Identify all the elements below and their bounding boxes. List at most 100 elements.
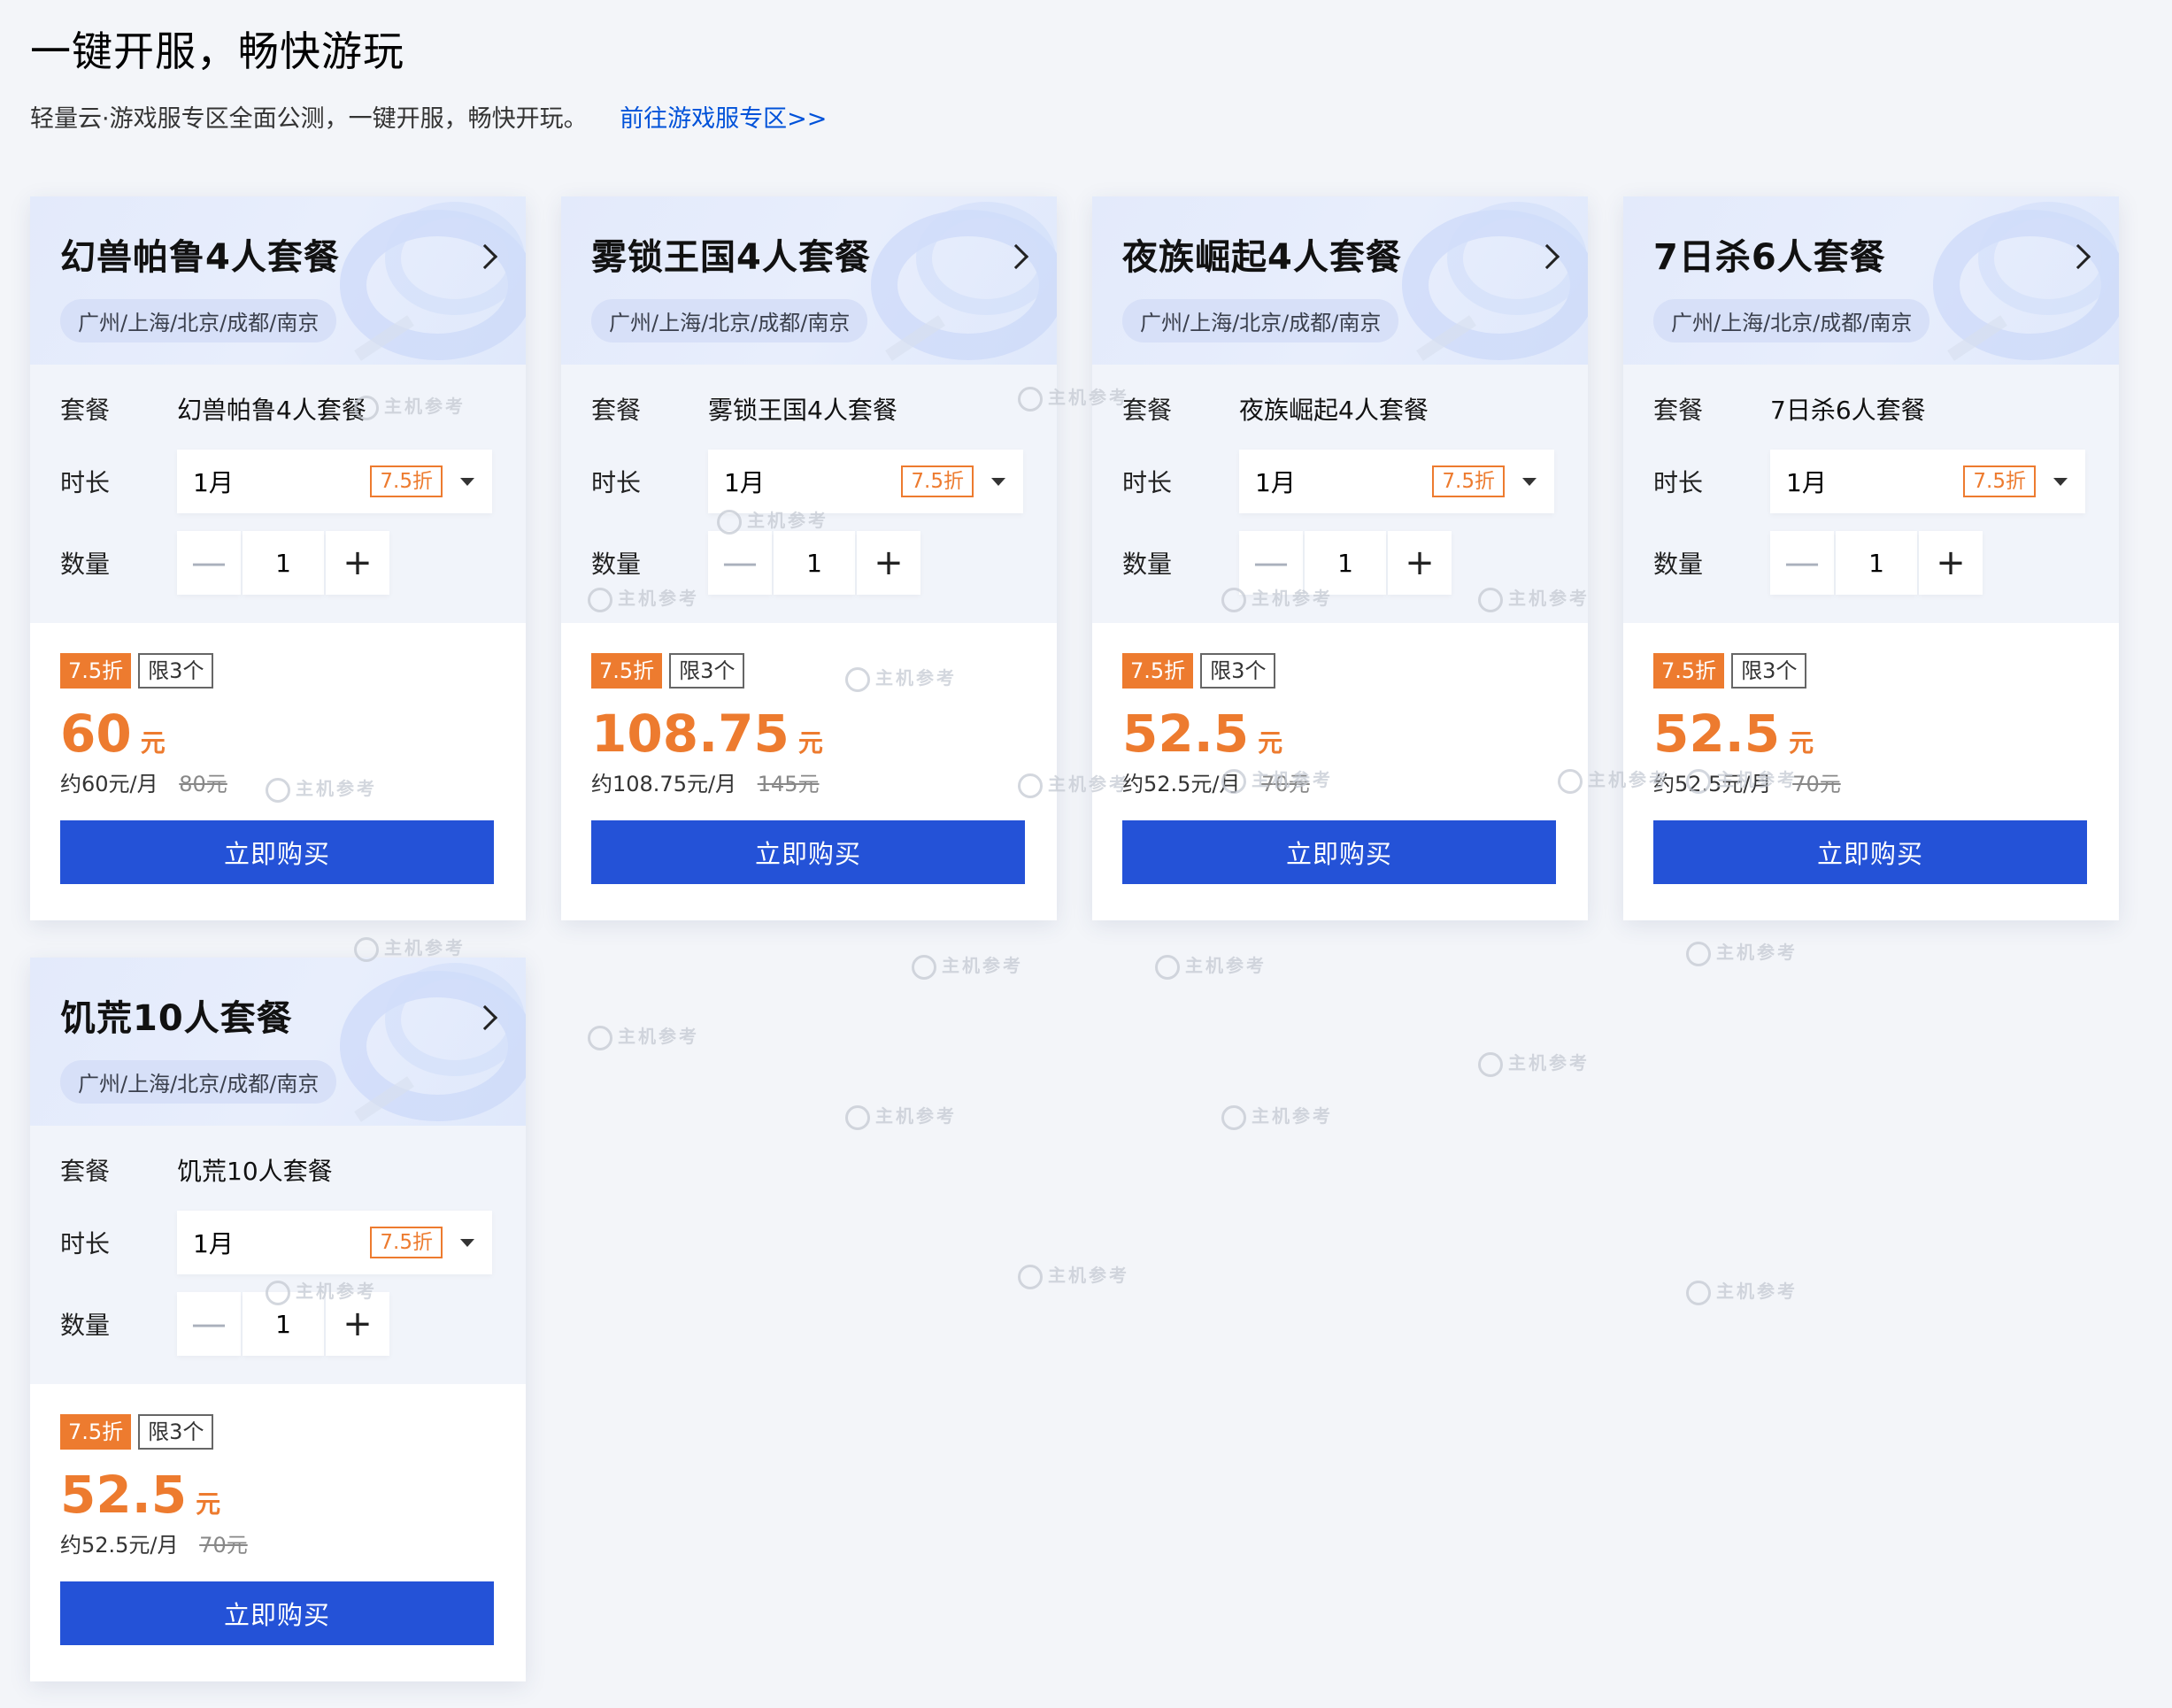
watermark-text: 主机参考 bbox=[1252, 1105, 1333, 1127]
duration-value: 1月 bbox=[1786, 468, 1827, 497]
duration-select[interactable]: 1月 7.5折 bbox=[708, 450, 1023, 513]
limit-badge: 限3个 bbox=[138, 653, 214, 689]
original-price: 70元 bbox=[1261, 772, 1310, 796]
decorative-graphic bbox=[340, 963, 526, 1122]
package-label: 套餐 bbox=[1653, 396, 1704, 425]
duration-row: 时长 1月 7.5折 bbox=[591, 450, 1027, 513]
card-header[interactable]: 雾锁王国4人套餐 广州/上海/北京/成都/南京 bbox=[561, 196, 1057, 365]
monthly-price-text: 约52.5元/月 bbox=[1653, 772, 1772, 796]
watermark-logo-icon bbox=[588, 1025, 612, 1050]
buy-button[interactable]: 立即购买 bbox=[1653, 820, 2087, 884]
duration-value: 1月 bbox=[193, 1229, 234, 1258]
quantity-row: 数量 — 1 + bbox=[60, 1292, 496, 1356]
quantity-value[interactable]: 1 bbox=[243, 1292, 324, 1356]
region-tag: 广州/上海/北京/成都/南京 bbox=[1122, 299, 1399, 342]
price-unit: 元 bbox=[797, 728, 823, 758]
quantity-label: 数量 bbox=[591, 550, 642, 579]
watermark: 主机参考 bbox=[1155, 951, 1267, 980]
original-price: 80元 bbox=[179, 772, 227, 796]
discount-badge: 7.5折 bbox=[60, 653, 132, 689]
caret-down-icon bbox=[460, 1238, 474, 1247]
quantity-row: 数量 — 1 + bbox=[1653, 531, 2089, 595]
limit-badge: 限3个 bbox=[138, 1414, 214, 1450]
card-header[interactable]: 7日杀6人套餐 广州/上海/北京/成都/南京 bbox=[1623, 196, 2119, 365]
minus-button[interactable]: — bbox=[177, 1292, 241, 1356]
duration-value: 1月 bbox=[1255, 468, 1296, 497]
watermark: 主机参考 bbox=[912, 951, 1023, 980]
minus-button[interactable]: — bbox=[1239, 531, 1303, 595]
package-value: 饥荒10人套餐 bbox=[177, 1157, 333, 1186]
package-label: 套餐 bbox=[60, 1157, 111, 1186]
page-subtitle: 轻量云·游戏服专区全面公测，一键开服，畅快开玩。 前往游戏服专区>> bbox=[30, 99, 827, 134]
card-header[interactable]: 饥荒10人套餐 广州/上海/北京/成都/南京 bbox=[30, 958, 526, 1126]
duration-select[interactable]: 1月 7.5折 bbox=[177, 450, 492, 513]
package-card: 饥荒10人套餐 广州/上海/北京/成都/南京 套餐 饥荒10人套餐 时长 1月 … bbox=[30, 958, 526, 1681]
plus-button[interactable]: + bbox=[1919, 531, 1983, 595]
monthly-price-text: 约52.5元/月 bbox=[1122, 772, 1241, 796]
watermark-logo-icon bbox=[912, 954, 936, 980]
card-title: 饥荒10人套餐 bbox=[60, 998, 293, 1039]
buy-button[interactable]: 立即购买 bbox=[1122, 820, 1556, 884]
card-pricing: 7.5折 限3个 60 元 约60元/月 80元 立即购买 bbox=[30, 623, 526, 884]
price-unit: 元 bbox=[1789, 728, 1814, 758]
quantity-row: 数量 — 1 + bbox=[60, 531, 496, 595]
quantity-label: 数量 bbox=[60, 550, 111, 579]
watermark-logo-icon bbox=[1686, 941, 1711, 966]
region-tag: 广州/上海/北京/成都/南京 bbox=[60, 1060, 337, 1104]
game-zone-link[interactable]: 前往游戏服专区>> bbox=[620, 105, 827, 133]
minus-button[interactable]: — bbox=[177, 531, 241, 595]
buy-button[interactable]: 立即购买 bbox=[60, 1581, 494, 1645]
card-header[interactable]: 夜族崛起4人套餐 广州/上海/北京/成都/南京 bbox=[1092, 196, 1588, 365]
price-unit: 元 bbox=[1258, 728, 1283, 758]
minus-button[interactable]: — bbox=[1770, 531, 1834, 595]
quantity-stepper: — 1 + bbox=[177, 1292, 389, 1356]
package-label: 套餐 bbox=[60, 396, 111, 425]
page: 一键开服，畅快游玩 轻量云·游戏服专区全面公测，一键开服，畅快开玩。 前往游戏服… bbox=[0, 0, 2172, 1708]
price-value: 108.75 bbox=[591, 704, 789, 764]
duration-select[interactable]: 1月 7.5折 bbox=[1239, 450, 1554, 513]
plus-button[interactable]: + bbox=[1388, 531, 1452, 595]
plus-button[interactable]: + bbox=[857, 531, 920, 595]
card-header[interactable]: 幻兽帕鲁4人套餐 广州/上海/北京/成都/南京 bbox=[30, 196, 526, 365]
watermark: 主机参考 bbox=[1686, 1277, 1798, 1305]
duration-value: 1月 bbox=[193, 468, 234, 497]
price: 60 元 bbox=[60, 704, 496, 763]
monthly-price: 约52.5元/月 70元 bbox=[1122, 766, 1558, 797]
original-price: 70元 bbox=[1792, 772, 1841, 796]
original-price: 70元 bbox=[199, 1533, 248, 1558]
decorative-graphic bbox=[1933, 202, 2119, 361]
caret-down-icon bbox=[1522, 477, 1537, 486]
duration-select[interactable]: 1月 7.5折 bbox=[177, 1211, 492, 1274]
watermark-text: 主机参考 bbox=[1716, 1281, 1798, 1302]
monthly-price-text: 约108.75元/月 bbox=[591, 772, 737, 796]
quantity-value[interactable]: 1 bbox=[774, 531, 855, 595]
buy-button[interactable]: 立即购买 bbox=[60, 820, 494, 884]
price-value: 52.5 bbox=[1653, 704, 1781, 764]
card-options: 套餐 夜族崛起4人套餐 时长 1月 7.5折 数量 — 1 + bbox=[1092, 365, 1588, 623]
quantity-row: 数量 — 1 + bbox=[1122, 531, 1558, 595]
package-value: 雾锁王国4人套餐 bbox=[708, 396, 897, 425]
plus-button[interactable]: + bbox=[326, 531, 389, 595]
discount-badge: 7.5折 bbox=[60, 1414, 132, 1450]
limit-badge: 限3个 bbox=[1200, 653, 1276, 689]
watermark-text: 主机参考 bbox=[875, 1105, 957, 1127]
card-options: 套餐 饥荒10人套餐 时长 1月 7.5折 数量 — 1 + bbox=[30, 1126, 526, 1384]
quantity-value[interactable]: 1 bbox=[1836, 531, 1917, 595]
package-card: 雾锁王国4人套餐 广州/上海/北京/成都/南京 套餐 雾锁王国4人套餐 时长 1… bbox=[561, 196, 1057, 920]
minus-button[interactable]: — bbox=[708, 531, 772, 595]
duration-select[interactable]: 1月 7.5折 bbox=[1770, 450, 2085, 513]
buy-button[interactable]: 立即购买 bbox=[591, 820, 1025, 884]
monthly-price-text: 约60元/月 bbox=[60, 772, 158, 796]
package-value: 夜族崛起4人套餐 bbox=[1239, 396, 1429, 425]
quantity-value[interactable]: 1 bbox=[1305, 531, 1386, 595]
quantity-value[interactable]: 1 bbox=[243, 531, 324, 595]
quantity-stepper: — 1 + bbox=[1239, 531, 1452, 595]
card-title: 7日杀6人套餐 bbox=[1653, 237, 1886, 278]
page-title: 一键开服，畅快游玩 bbox=[30, 27, 404, 75]
package-value: 幻兽帕鲁4人套餐 bbox=[177, 396, 366, 425]
duration-discount-tag: 7.5折 bbox=[1963, 465, 2036, 497]
limit-badge: 限3个 bbox=[1731, 653, 1807, 689]
plus-button[interactable]: + bbox=[326, 1292, 389, 1356]
card-pricing: 7.5折 限3个 52.5 元 约52.5元/月 70元 立即购买 bbox=[1092, 623, 1588, 884]
price-value: 52.5 bbox=[60, 1465, 188, 1525]
